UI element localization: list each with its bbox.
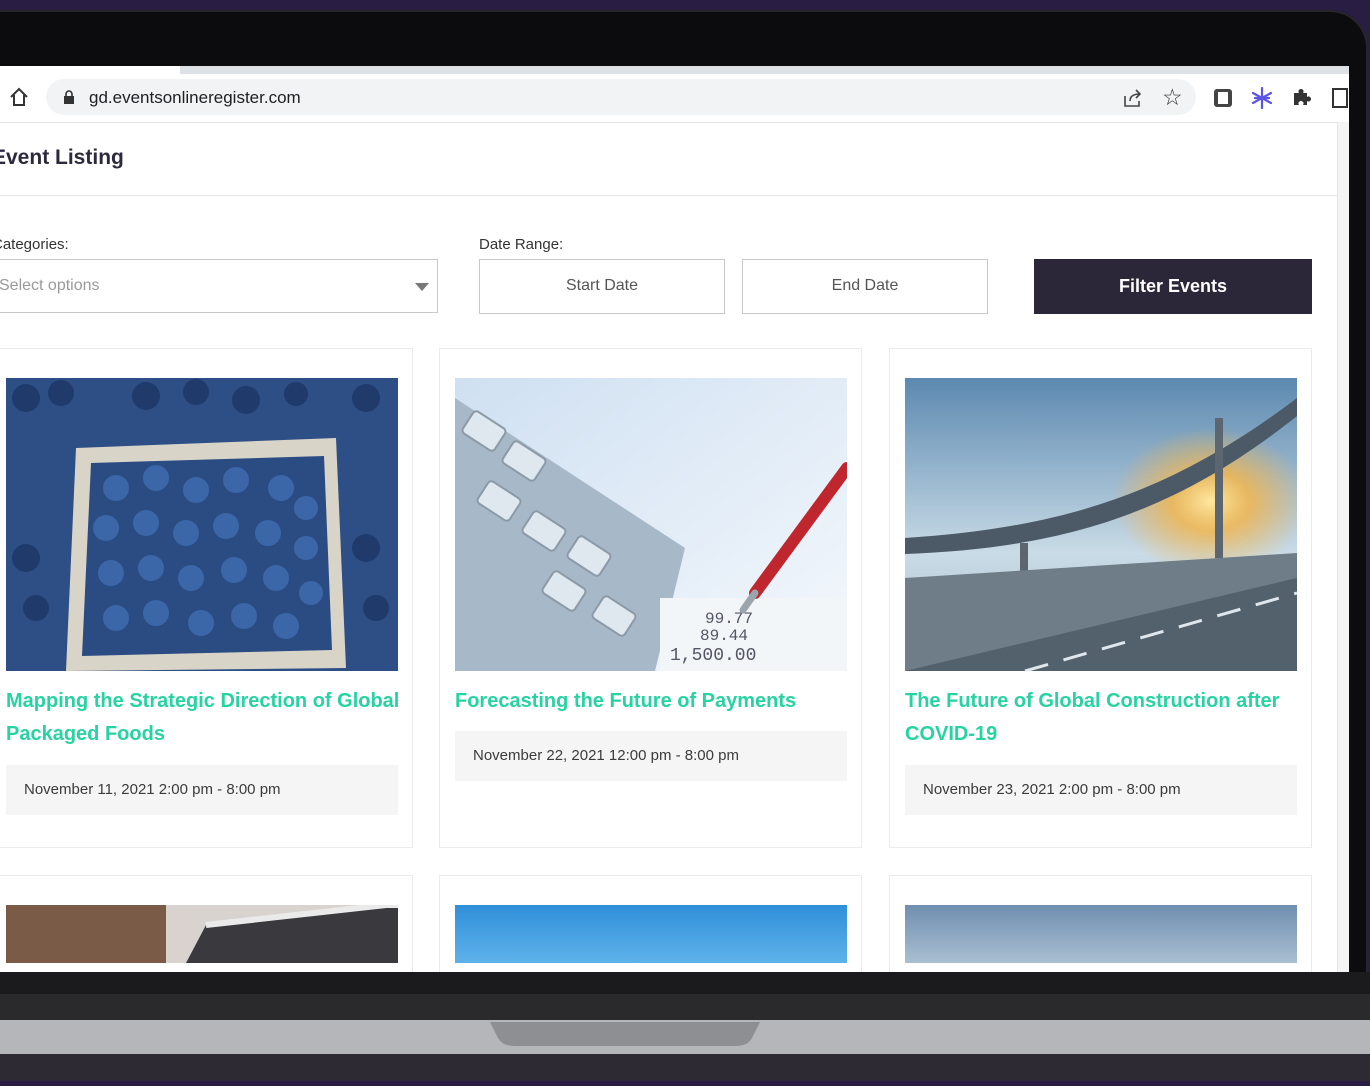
event-date-bar: November 11, 2021 2:00 pm - 8:00 pm <box>6 765 398 815</box>
event-image-calculator[interactable]: 99.77 89.44 1,500.00 <box>455 378 847 671</box>
event-date: November 23, 2021 2:00 pm - 8:00 pm <box>923 781 1181 798</box>
event-card[interactable] <box>0 875 413 972</box>
event-date-bar: November 22, 2021 12:00 pm - 8:00 pm <box>455 731 847 781</box>
event-card[interactable]: The Future of Global Construction after … <box>889 348 1312 848</box>
event-title[interactable]: Mapping the Strategic Direction of Globa… <box>6 685 401 751</box>
event-image-sky[interactable] <box>905 905 1297 963</box>
event-image-highway[interactable] <box>905 378 1297 671</box>
laptop-base <box>0 972 1370 1081</box>
event-image-blueberries[interactable] <box>6 378 398 671</box>
event-date: November 22, 2021 12:00 pm - 8:00 pm <box>473 747 739 764</box>
start-date-input[interactable]: Start Date <box>479 259 725 314</box>
filter-section: Categories: Select options Date Range: S… <box>0 66 1337 972</box>
browser-window: gd.eventsonlineregister.com ☆ Event List… <box>0 66 1349 972</box>
categories-label: Categories: <box>0 236 69 253</box>
categories-placeholder: Select options <box>0 277 100 294</box>
event-title[interactable]: The Future of Global Construction after … <box>905 685 1300 751</box>
event-image-blue-sky[interactable] <box>455 905 847 963</box>
end-date-placeholder: End Date <box>831 277 899 294</box>
event-image-person-laptop[interactable] <box>6 905 398 963</box>
start-date-placeholder: Start Date <box>565 277 639 294</box>
date-range-label: Date Range: <box>479 236 564 253</box>
event-card[interactable]: 99.77 89.44 1,500.00 Forecasting the Fut… <box>439 348 862 848</box>
chevron-down-icon[interactable] <box>415 283 429 291</box>
page-scrollbar[interactable] <box>1337 122 1349 972</box>
event-title[interactable]: Forecasting the Future of Payments <box>455 685 850 718</box>
svg-text:89.44: 89.44 <box>700 627 748 645</box>
end-date-input[interactable]: End Date <box>742 259 988 314</box>
event-date-bar: November 23, 2021 2:00 pm - 8:00 pm <box>905 765 1297 815</box>
event-date: November 11, 2021 2:00 pm - 8:00 pm <box>24 781 281 798</box>
categories-select[interactable]: Select options <box>0 259 438 313</box>
event-card[interactable] <box>889 875 1312 972</box>
event-card[interactable] <box>439 875 862 972</box>
svg-text:1,500.00: 1,500.00 <box>670 646 756 666</box>
event-card[interactable]: Mapping the Strategic Direction of Globa… <box>0 348 413 848</box>
filter-events-button[interactable]: Filter Events <box>1034 259 1312 314</box>
svg-text:99.77: 99.77 <box>705 610 753 628</box>
